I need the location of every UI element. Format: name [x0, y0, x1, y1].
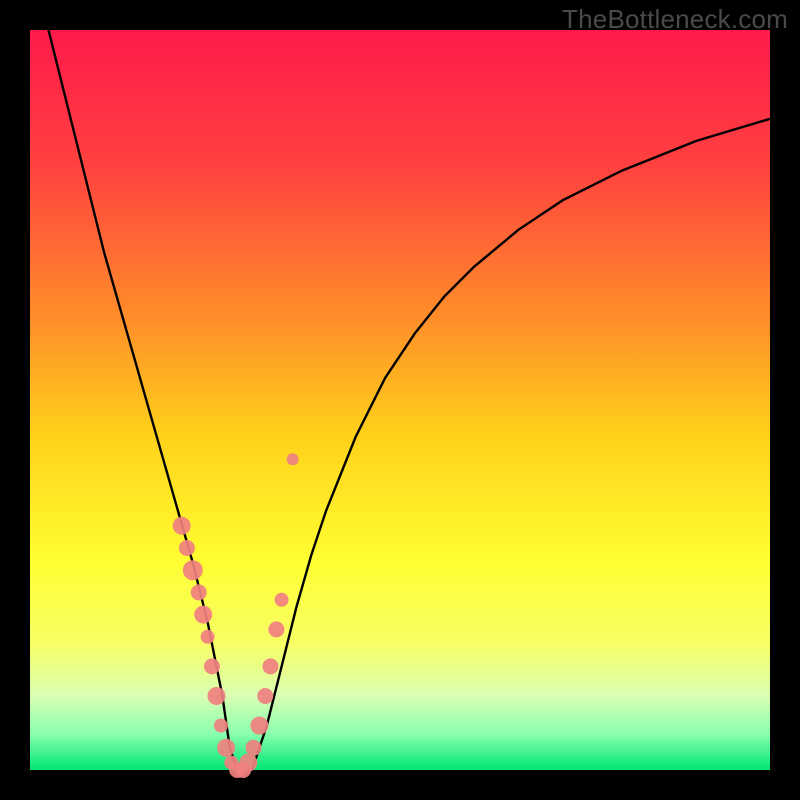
watermark-text: TheBottleneck.com: [562, 4, 788, 35]
highlight-dot: [191, 584, 207, 600]
highlight-dot: [183, 560, 203, 580]
plot-background: [30, 30, 770, 770]
highlight-dot: [179, 540, 195, 556]
highlight-dot: [263, 658, 279, 674]
highlight-dot: [208, 687, 226, 705]
chart-svg: [0, 0, 800, 800]
highlight-dot: [194, 606, 212, 624]
highlight-dot: [239, 754, 257, 772]
highlight-dot: [268, 621, 284, 637]
highlight-dot: [275, 593, 289, 607]
highlight-dot: [257, 688, 273, 704]
highlight-dot: [246, 740, 262, 756]
highlight-dot: [173, 517, 191, 535]
highlight-dot: [217, 739, 235, 757]
chart-frame: TheBottleneck.com: [0, 0, 800, 800]
highlight-dot: [214, 719, 228, 733]
highlight-dot: [250, 717, 268, 735]
highlight-dot: [201, 630, 215, 644]
highlight-dot: [204, 658, 220, 674]
highlight-dot: [287, 453, 299, 465]
